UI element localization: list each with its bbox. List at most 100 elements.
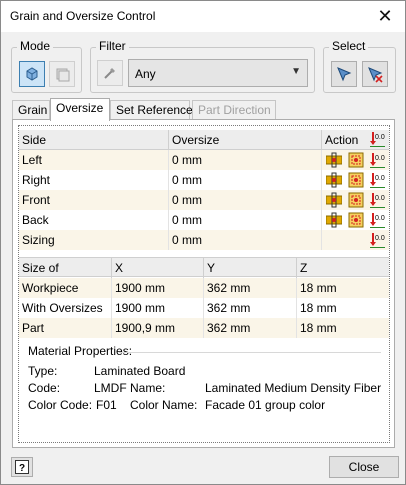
oversize-outer-icon[interactable] <box>348 152 364 168</box>
oversize-table-header: Side Oversize Action 0.0 <box>19 130 389 150</box>
oversize-row-left[interactable]: Left 0 mm 0.0 <box>19 150 389 170</box>
oversize-value[interactable]: 0 mm <box>169 210 322 230</box>
size-y: 362 mm <box>204 298 297 318</box>
size-z: 18 mm <box>300 321 337 335</box>
oversize-outer-icon[interactable] <box>348 212 364 228</box>
oversize-outer-icon[interactable] <box>348 172 364 188</box>
close-window-icon[interactable]: ✕ <box>371 3 399 29</box>
oversize-inner-icon[interactable] <box>326 152 342 168</box>
svg-text:0.0: 0.0 <box>375 195 385 202</box>
size-z: 18 mm <box>300 281 337 295</box>
reset-icon[interactable]: 0.0 <box>369 152 385 168</box>
oversize-value[interactable]: 0 mm <box>169 150 322 170</box>
size-x: 1900 mm <box>112 278 204 298</box>
reset-icon[interactable]: 0.0 <box>369 232 385 248</box>
action-cell: 0.0 <box>322 190 389 210</box>
header-oversize: Oversize <box>169 130 322 150</box>
chevron-down-icon: ▼ <box>291 66 301 77</box>
oversize-row-back[interactable]: Back 0 mm 0.0 <box>19 210 389 230</box>
side-name: Sizing <box>19 230 169 250</box>
size-y: 362 mm <box>204 278 297 298</box>
side-name: Left <box>19 150 169 170</box>
action-cell: 0.0 <box>322 150 389 170</box>
eyedropper-icon <box>104 68 115 79</box>
header-side: Side <box>19 130 169 150</box>
panel-icon <box>56 68 70 82</box>
type-value: Laminated Board <box>94 364 186 378</box>
reset-all-icon[interactable]: 0.0 <box>369 131 385 147</box>
tab-grain[interactable]: Grain <box>12 100 50 120</box>
size-name: Part <box>19 318 112 338</box>
mode-2d-button[interactable] <box>49 61 75 87</box>
size-z: 18 mm <box>300 301 337 315</box>
mode-group: Mode <box>11 39 82 93</box>
svg-text:0.0: 0.0 <box>375 155 385 162</box>
oversize-panel: Side Oversize Action 0.0 Left 0 mm 0.0 R… <box>12 119 395 448</box>
help-icon: ? <box>15 460 29 474</box>
svg-text:0.0: 0.0 <box>375 235 385 242</box>
size-y: 362 mm <box>204 318 297 338</box>
reset-icon[interactable]: 0.0 <box>369 192 385 208</box>
header-z: Z <box>300 261 308 275</box>
size-x: 1900 mm <box>112 298 204 318</box>
code-value: LMDF <box>94 381 127 395</box>
side-name: Back <box>19 210 169 230</box>
name-value: Laminated Medium Density Fiber <box>205 381 382 395</box>
cursor-select-icon <box>337 67 352 82</box>
oversize-value[interactable]: 0 mm <box>169 190 322 210</box>
name-label: Name: <box>130 381 166 395</box>
oversize-outer-icon[interactable] <box>348 192 364 208</box>
side-name: Front <box>19 190 169 210</box>
oversize-row-sizing[interactable]: Sizing 0 mm 0.0 <box>19 230 389 250</box>
oversize-value[interactable]: 0 mm <box>169 230 322 250</box>
close-button[interactable]: Close <box>329 456 399 478</box>
size-row-workpiece: Workpiece 1900 mm 362 mm 18 mm <box>19 278 389 298</box>
oversize-row-front[interactable]: Front 0 mm 0.0 <box>19 190 389 210</box>
side-name: Right <box>19 170 169 190</box>
svg-text:0.0: 0.0 <box>375 175 385 182</box>
color-code-label: Color Code: <box>28 398 93 412</box>
code-label: Code: <box>28 381 61 395</box>
select-group: Select <box>323 39 396 93</box>
color-code-value: F01 <box>96 398 117 412</box>
tab-set-reference[interactable]: Set Reference <box>110 100 193 120</box>
material-divider <box>119 352 381 353</box>
color-name-value: Facade 01 group color <box>205 398 326 412</box>
oversize-content: Side Oversize Action 0.0 Left 0 mm 0.0 R… <box>18 125 390 443</box>
tab-oversize[interactable]: Oversize <box>50 98 110 121</box>
oversize-value[interactable]: 0 mm <box>169 170 322 190</box>
header-size-of: Size of <box>19 258 112 278</box>
select-add-button[interactable] <box>331 61 357 87</box>
eyedropper-button[interactable] <box>97 60 123 86</box>
action-cell: 0.0 <box>322 170 389 190</box>
reset-icon[interactable]: 0.0 <box>369 172 385 188</box>
size-row-with-oversizes: With Oversizes 1900 mm 362 mm 18 mm <box>19 298 389 318</box>
header-x: X <box>112 258 204 278</box>
oversize-inner-icon[interactable] <box>326 212 342 228</box>
title-bar: Grain and Oversize Control ✕ <box>1 1 405 32</box>
svg-text:0.0: 0.0 <box>375 215 385 222</box>
oversize-inner-icon[interactable] <box>326 192 342 208</box>
svg-text:0.0: 0.0 <box>375 134 385 141</box>
filter-dropdown[interactable]: Any ▼ <box>128 59 308 87</box>
size-name: With Oversizes <box>19 298 112 318</box>
tab-part-direction: Part Direction <box>192 100 276 120</box>
mode-label: Mode <box>17 39 54 53</box>
oversize-inner-icon[interactable] <box>326 172 342 188</box>
cube-icon <box>26 67 38 81</box>
reset-icon[interactable]: 0.0 <box>369 212 385 228</box>
select-remove-button[interactable] <box>362 61 388 87</box>
help-button[interactable]: ? <box>11 457 33 477</box>
oversize-row-right[interactable]: Right 0 mm 0.0 <box>19 170 389 190</box>
size-row-part: Part 1900,9 mm 362 mm 18 mm <box>19 318 389 338</box>
action-cell: 0.0 <box>322 210 389 230</box>
select-label: Select <box>329 39 369 53</box>
type-label: Type: <box>28 364 58 378</box>
filter-value: Any <box>135 67 156 81</box>
size-table-header: Size of X Y Z <box>19 257 389 278</box>
action-cell: 0.0 <box>322 230 389 250</box>
mode-3d-button[interactable] <box>19 61 45 87</box>
color-name-label: Color Name: <box>130 398 198 412</box>
grain-oversize-dialog: Grain and Oversize Control ✕ Mode Filter… <box>0 0 406 485</box>
window-title: Grain and Oversize Control <box>10 9 156 23</box>
